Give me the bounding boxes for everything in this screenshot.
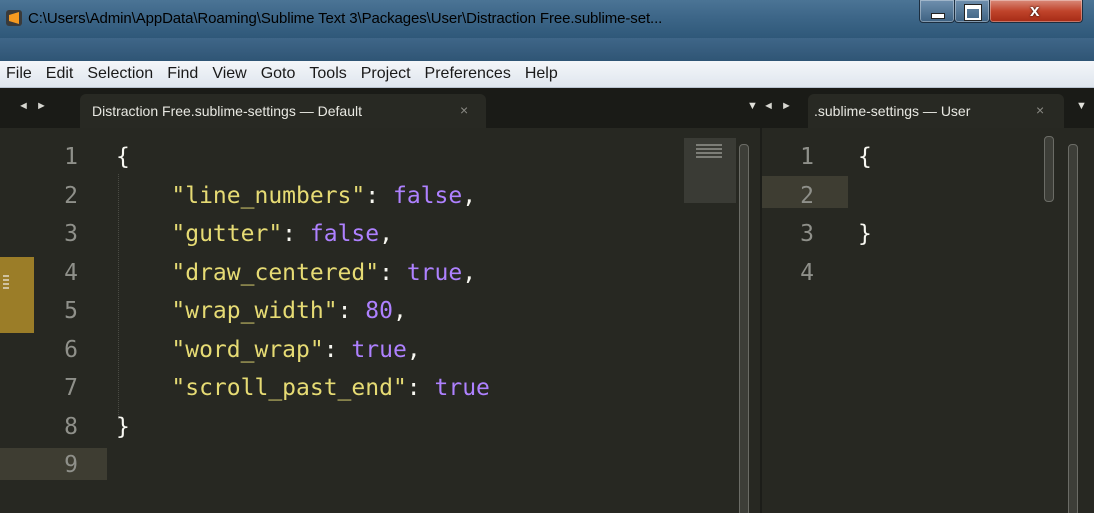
menu-find[interactable]: Find (160, 61, 205, 87)
tab-label-default: Distraction Free.sublime-settings — Defa… (92, 103, 362, 119)
tab-close-icon[interactable]: × (460, 102, 468, 118)
line-number: 2 (800, 182, 814, 209)
code-token: , (406, 336, 421, 363)
code-line[interactable]: } (116, 414, 130, 440)
line-number: 7 (64, 375, 78, 401)
code-token: false (392, 182, 463, 209)
menu-project[interactable]: Project (354, 61, 418, 87)
code-token: "wrap_width" (171, 298, 338, 324)
code-token: : (406, 375, 435, 401)
minimize-icon (931, 13, 945, 19)
code-token: "word_wrap" (171, 336, 324, 363)
code-token: : (337, 298, 366, 324)
tab-nav-arrows-left[interactable]: ◄ ► (18, 100, 49, 112)
menu-preferences[interactable]: Preferences (418, 61, 518, 87)
menu-goto[interactable]: Goto (254, 61, 303, 87)
line-number: 3 (64, 221, 78, 247)
code-token: true (351, 336, 407, 363)
line-number: 2 (64, 182, 78, 209)
tab-bar: ◄ ► Distraction Free.sublime-settings — … (0, 88, 1094, 128)
tab-distraction-free-user[interactable]: .sublime-settings — User × (808, 94, 1064, 128)
code-line[interactable]: "draw_centered": true, (116, 260, 476, 286)
tab-nav-arrows-right[interactable]: ◄ ► (763, 100, 794, 112)
minimap[interactable] (684, 138, 736, 203)
window-title: C:\Users\Admin\AppData\Roaming\Sublime T… (28, 10, 663, 27)
vertical-scrollbar[interactable] (1068, 144, 1078, 513)
line-number: 6 (64, 336, 78, 363)
close-button[interactable]: x (989, 0, 1083, 23)
menu-bar: File Edit Selection Find View Goto Tools… (0, 61, 1094, 88)
code-token: "draw_centered" (171, 259, 380, 286)
code-token: 80 (365, 298, 393, 324)
code-line[interactable]: { (116, 144, 130, 170)
code-token: , (392, 298, 407, 324)
code-token: { (858, 144, 872, 170)
line-number: 3 (800, 221, 814, 247)
line-number: 9 (64, 452, 78, 478)
code-token: : (282, 221, 310, 247)
menu-edit[interactable]: Edit (39, 61, 81, 87)
code-token: : (379, 259, 407, 286)
code-line[interactable]: } (858, 221, 872, 247)
menu-selection[interactable]: Selection (80, 61, 160, 87)
code-token: , (379, 221, 393, 247)
minimize-button[interactable] (919, 0, 955, 23)
tab-close-icon[interactable]: × (1036, 102, 1044, 118)
code-token: { (116, 144, 130, 170)
code-token: "line_numbers" (171, 182, 366, 209)
maximize-button[interactable] (954, 0, 990, 23)
maximize-icon (964, 4, 982, 21)
code-token: "gutter" (171, 221, 283, 247)
code-token: : (365, 182, 393, 209)
line-number: 1 (800, 144, 814, 170)
code-token: } (858, 221, 872, 247)
editor-pane-default[interactable]: 123456789 { "line_numbers": false, "gutt… (0, 128, 760, 513)
tab-menu-chevron-down-icon[interactable]: ▼ (1076, 100, 1087, 112)
line-number: 1 (64, 144, 78, 170)
tab-label-user: .sublime-settings — User (814, 103, 971, 119)
close-icon: x (1030, 1, 1040, 20)
sublime-text-icon (6, 10, 22, 26)
title-bar: C:\Users\Admin\AppData\Roaming\Sublime T… (0, 0, 1094, 39)
vertical-scrollbar[interactable] (739, 144, 749, 513)
code-line[interactable]: "scroll_past_end": true (116, 375, 490, 401)
code-line[interactable]: "wrap_width": 80, (116, 298, 407, 324)
code-token: , (462, 182, 477, 209)
menu-tools[interactable]: Tools (302, 61, 353, 87)
editor-pane-user[interactable]: 1 2 3 4 {} (762, 128, 1094, 513)
code-token: : (323, 336, 352, 363)
code-line[interactable]: "gutter": false, (116, 221, 393, 247)
menu-file[interactable]: File (0, 61, 39, 87)
tab-menu-chevron-down-icon[interactable]: ▼ (747, 100, 758, 112)
menu-help[interactable]: Help (518, 61, 565, 87)
code-token: } (116, 413, 130, 440)
line-number: 4 (800, 259, 814, 286)
code-token: , (462, 259, 477, 286)
menu-view[interactable]: View (205, 61, 253, 87)
code-token: false (309, 221, 380, 247)
window-frame (0, 38, 1094, 61)
code-line[interactable]: { (858, 144, 872, 170)
line-number: 8 (64, 413, 78, 440)
code-token: "scroll_past_end" (171, 375, 407, 401)
tab-distraction-free-default[interactable]: Distraction Free.sublime-settings — Defa… (80, 94, 486, 128)
vertical-scrollbar-thumb[interactable] (1044, 136, 1054, 202)
minimap-preview (696, 144, 722, 160)
code-line[interactable]: "word_wrap": true, (116, 336, 421, 363)
code-token: true (434, 375, 490, 401)
side-panel-handle[interactable] (0, 257, 34, 333)
code-line[interactable]: "line_numbers": false, (116, 183, 476, 209)
code-token: true (406, 259, 463, 286)
